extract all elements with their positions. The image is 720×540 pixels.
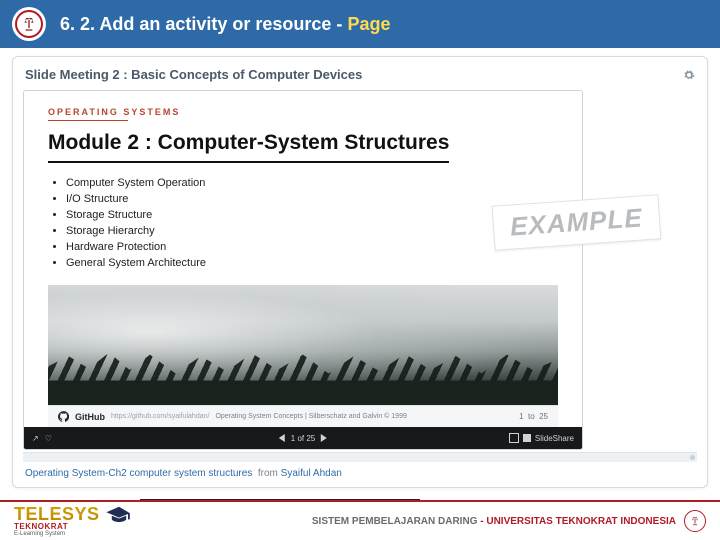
card-header: Slide Meeting 2 : Basic Concepts of Comp… — [23, 63, 697, 90]
next-slide-button[interactable] — [321, 434, 327, 442]
slide-bullet: Computer System Operation — [66, 177, 558, 189]
slide-bullet: Hardware Protection — [66, 241, 558, 253]
resource-card: Slide Meeting 2 : Basic Concepts of Comp… — [12, 56, 708, 488]
slide-bullet: Storage Structure — [66, 209, 558, 221]
slideshare-icon — [523, 434, 531, 442]
prev-slide-button[interactable] — [279, 434, 285, 442]
page-title: 6. 2. Add an activity or resource - Page — [60, 14, 390, 35]
like-icon[interactable]: ♡ — [45, 434, 52, 443]
slide-counter: 1 of 25 — [291, 434, 315, 443]
horizontal-scrollbar[interactable] — [23, 452, 697, 462]
footer-text-grey: SISTEM PEMBELAJARAN DARING — [312, 516, 478, 527]
brand-subtitle: TEKNOKRAT — [14, 523, 134, 531]
footer-text: SISTEM PEMBELAJARAN DARING - UNIVERSITAS… — [312, 510, 706, 532]
resource-attribution: Operating System-Ch2 computer system str… — [23, 462, 697, 481]
balance-scale-icon — [21, 16, 37, 32]
footer-brand: TELESYS TEKNOKRAT E-Learning System — [14, 505, 134, 537]
slideshare-toolbar: ↗ ♡ 1 of 25 SlideShare — [24, 427, 582, 449]
page-title-highlight: Page — [347, 14, 390, 34]
card-title: Slide Meeting 2 : Basic Concepts of Comp… — [25, 67, 362, 82]
slide-kicker-rule — [48, 120, 128, 121]
page-total: 25 — [539, 412, 548, 421]
slideshare-wordmark: SlideShare — [535, 434, 574, 443]
slide-viewer: OPERATING SYSTEMS Module 2 : Computer-Sy… — [23, 90, 583, 450]
slide-bullet: General System Architecture — [66, 257, 558, 269]
attribution-from: from — [255, 468, 281, 479]
attribution-title[interactable]: Operating System-Ch2 computer system str… — [25, 468, 252, 479]
slide-module-title: Module 2 : Computer-System Structures — [48, 131, 449, 163]
slide-content: OPERATING SYSTEMS Module 2 : Computer-Sy… — [24, 91, 582, 427]
fullscreen-icon[interactable] — [509, 433, 519, 443]
brand-tagline: E-Learning System — [14, 531, 134, 537]
slide-bullet-list: Computer System Operation I/O Structure … — [48, 177, 558, 269]
page-from: 1 — [519, 412, 523, 421]
share-icon[interactable]: ↗ — [32, 434, 39, 443]
page-to-word: to — [528, 412, 535, 421]
slide-footer-url: https://github.com/syaifulahdan/ — [111, 413, 209, 420]
graduation-cap-icon — [104, 505, 134, 523]
github-icon — [58, 411, 69, 422]
brand-telesys-wordmark: TELESYS — [14, 505, 100, 523]
attribution-author[interactable]: Syaiful Ahdan — [281, 468, 342, 479]
institution-logo — [12, 7, 46, 41]
github-wordmark: GitHub — [75, 412, 105, 422]
footer-seal-icon — [684, 510, 706, 532]
slide-bullet: I/O Structure — [66, 193, 558, 205]
slide-bullet: Storage Hierarchy — [66, 225, 558, 237]
footer-text-red: UNIVERSITAS TEKNOKRAT INDONESIA — [486, 516, 676, 527]
gear-icon[interactable] — [683, 69, 695, 81]
slide-pager: 1 of 25 — [279, 434, 327, 443]
slide-kicker: OPERATING SYSTEMS — [48, 107, 558, 117]
slide-hero-image — [48, 285, 558, 405]
page-footer: TELESYS TEKNOKRAT E-Learning System SIST… — [0, 500, 720, 540]
page-title-text: 6. 2. Add an activity or resource - — [60, 14, 347, 34]
slide-footer-pages: 1 to 25 — [519, 412, 548, 421]
slide-footer-source: Operating System Concepts | Silberschatz… — [215, 413, 406, 420]
slide-footer: GitHub https://github.com/syaifulahdan/ … — [48, 405, 558, 427]
app-header: 6. 2. Add an activity or resource - Page — [0, 0, 720, 48]
